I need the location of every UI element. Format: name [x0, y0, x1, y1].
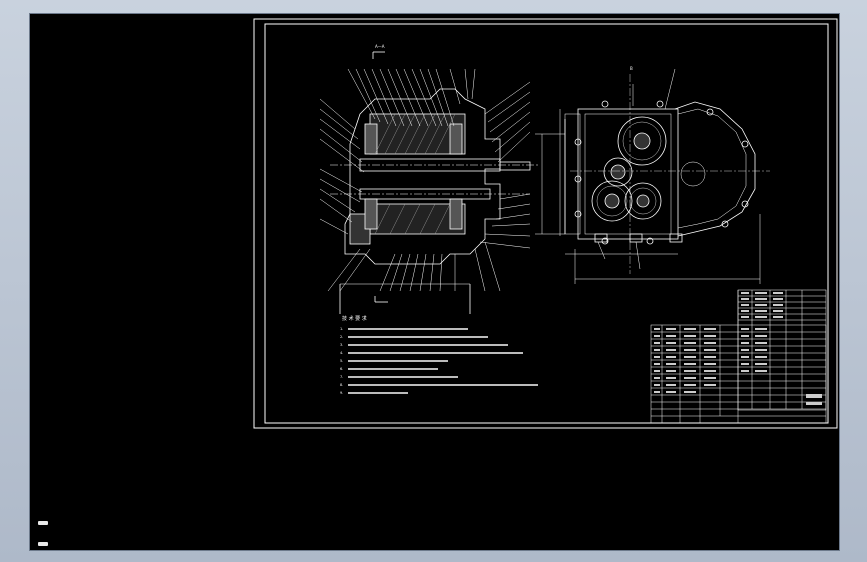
note-line: 3. — [340, 343, 343, 347]
drawing-sheet: A—A B 技 术 要 求 1. 2. 3. 4. 5. 6. 7. 8. 9. — [253, 18, 838, 429]
section-view-label: A—A — [375, 44, 385, 49]
app-window: A—A B 技 术 要 求 1. 2. 3. 4. 5. 6. 7. 8. 9. — [0, 0, 867, 562]
section-view — [330, 51, 540, 314]
note-line: 4. — [340, 351, 343, 355]
note-line: 8. — [340, 383, 343, 387]
drawing-canvas[interactable]: A—A B 技 术 要 求 1. 2. 3. 4. 5. 6. 7. 8. 9. — [29, 13, 840, 551]
note-line: 9. — [340, 391, 343, 395]
end-view-label: B — [630, 66, 633, 71]
technical-notes: 技 术 要 求 1. 2. 3. 4. 5. 6. 7. 8. 9. — [340, 315, 538, 395]
note-line: 6. — [340, 367, 343, 371]
end-view — [535, 68, 770, 284]
note-line: 2. — [340, 335, 343, 339]
parts-list — [650, 289, 827, 424]
note-line: 7. — [340, 375, 343, 379]
note-line: 5. — [340, 359, 343, 363]
section-leaders — [319, 68, 531, 292]
notes-heading: 技 术 要 求 — [342, 315, 367, 322]
note-line: 1. — [340, 327, 343, 331]
